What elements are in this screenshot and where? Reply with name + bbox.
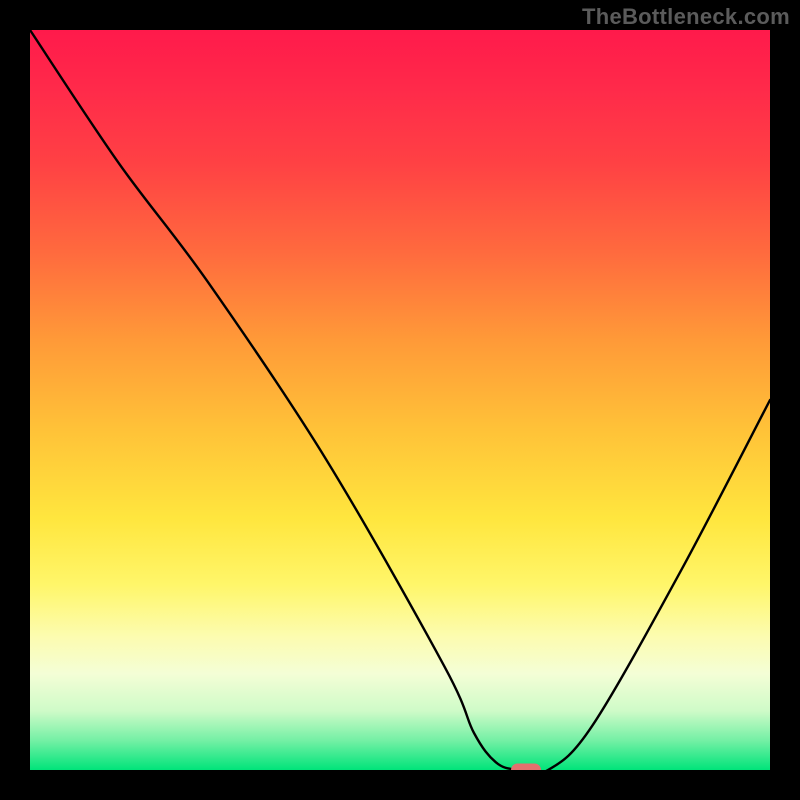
plot-area — [30, 30, 770, 770]
chart-container: TheBottleneck.com — [0, 0, 800, 800]
watermark-text: TheBottleneck.com — [582, 4, 790, 30]
bottleneck-curve — [30, 30, 770, 770]
optimal-marker — [511, 764, 541, 771]
curve-path — [30, 30, 770, 770]
